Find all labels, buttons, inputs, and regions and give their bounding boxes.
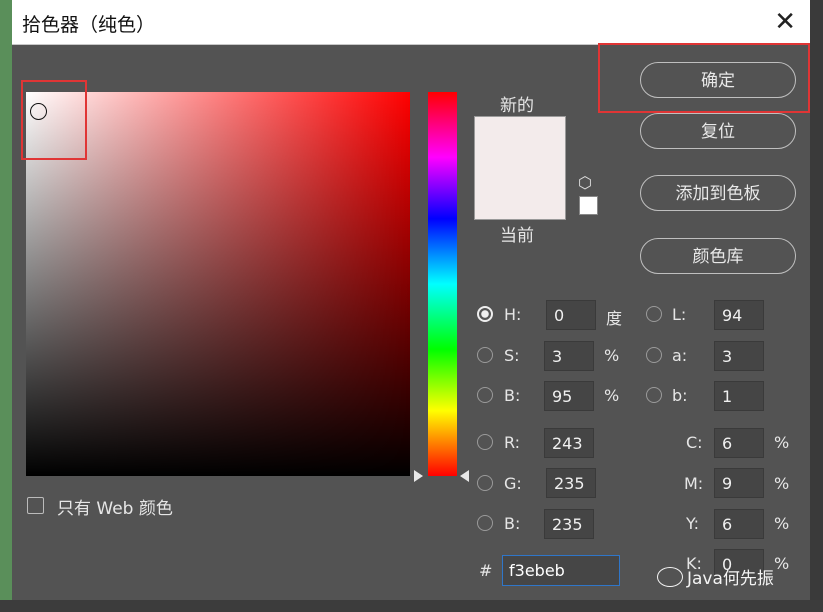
radio-s[interactable] (477, 347, 493, 363)
label-g: G: (504, 474, 522, 493)
input-brightness[interactable]: 95 (544, 381, 594, 411)
hue-slider-handle-left[interactable] (414, 470, 423, 482)
input-lab-b[interactable]: 1 (714, 381, 764, 411)
hue-slider[interactable] (428, 92, 457, 476)
web-only-label: 只有 Web 颜色 (57, 499, 173, 519)
hex-input[interactable]: f3ebeb (502, 555, 620, 586)
color-preview (474, 116, 566, 220)
color-picker-dialog: 拾色器（纯色） ✕ 新的 当前 ⬡ 只有 Web 颜色 确定 复位 添加到色板 … (12, 0, 810, 600)
unit-h: 度 (606, 309, 623, 328)
label-brightness: B: (504, 386, 521, 405)
radio-h[interactable] (477, 306, 493, 322)
radio-g[interactable] (477, 475, 493, 491)
unit-c: % (774, 433, 790, 452)
label-h: H: (504, 305, 522, 324)
title-bar: 拾色器（纯色） ✕ (12, 0, 810, 45)
close-icon[interactable]: ✕ (774, 7, 796, 37)
radio-l[interactable] (646, 306, 662, 322)
input-r[interactable]: 243 (544, 428, 594, 458)
background-window-edge (810, 0, 823, 612)
highlight-box-color-field (21, 80, 87, 160)
reset-button[interactable]: 复位 (640, 113, 796, 149)
radio-blue[interactable] (477, 515, 493, 531)
wechat-icon (657, 567, 683, 587)
unit-y: % (774, 514, 790, 533)
unit-brightness: % (604, 386, 620, 405)
label-c: C: (686, 433, 703, 452)
radio-a[interactable] (646, 347, 662, 363)
radio-brightness[interactable] (477, 387, 493, 403)
label-m: M: (684, 474, 704, 493)
input-m[interactable]: 9 (714, 468, 764, 498)
input-l[interactable]: 94 (714, 300, 764, 330)
watermark: Java何先振 (657, 564, 774, 589)
web-only-checkbox[interactable] (27, 497, 44, 514)
input-s[interactable]: 3 (544, 341, 594, 371)
preview-new-swatch (475, 117, 565, 168)
highlight-box-ok (598, 43, 810, 113)
radio-r[interactable] (477, 434, 493, 450)
dialog-title: 拾色器（纯色） (22, 14, 156, 36)
watermark-text: Java何先振 (687, 569, 774, 589)
new-color-label: 新的 (500, 96, 534, 116)
cube-icon[interactable]: ⬡ (578, 173, 592, 192)
label-s: S: (504, 346, 520, 365)
label-blue: B: (504, 514, 521, 533)
label-l: L: (672, 305, 687, 324)
color-libraries-button[interactable]: 颜色库 (640, 238, 796, 274)
input-blue[interactable]: 235 (544, 509, 594, 539)
label-a: a: (672, 346, 688, 365)
input-g[interactable]: 235 (546, 468, 596, 498)
web-safe-swatch[interactable] (579, 196, 598, 215)
input-a[interactable]: 3 (714, 341, 764, 371)
hue-slider-handle-right[interactable] (460, 470, 469, 482)
unit-s: % (604, 346, 620, 365)
preview-current-swatch[interactable] (475, 168, 565, 219)
label-lab-b: b: (672, 386, 688, 405)
radio-lab-b[interactable] (646, 387, 662, 403)
unit-m: % (774, 474, 790, 493)
input-y[interactable]: 6 (714, 509, 764, 539)
add-to-swatches-button[interactable]: 添加到色板 (640, 175, 796, 211)
background-window-bottom (0, 600, 823, 612)
label-r: R: (504, 433, 521, 452)
hex-label: # (479, 561, 493, 580)
input-c[interactable]: 6 (714, 428, 764, 458)
current-color-label: 当前 (500, 226, 534, 246)
unit-k: % (774, 554, 790, 573)
label-y: Y: (686, 514, 700, 533)
input-h[interactable]: 0 (546, 300, 596, 330)
